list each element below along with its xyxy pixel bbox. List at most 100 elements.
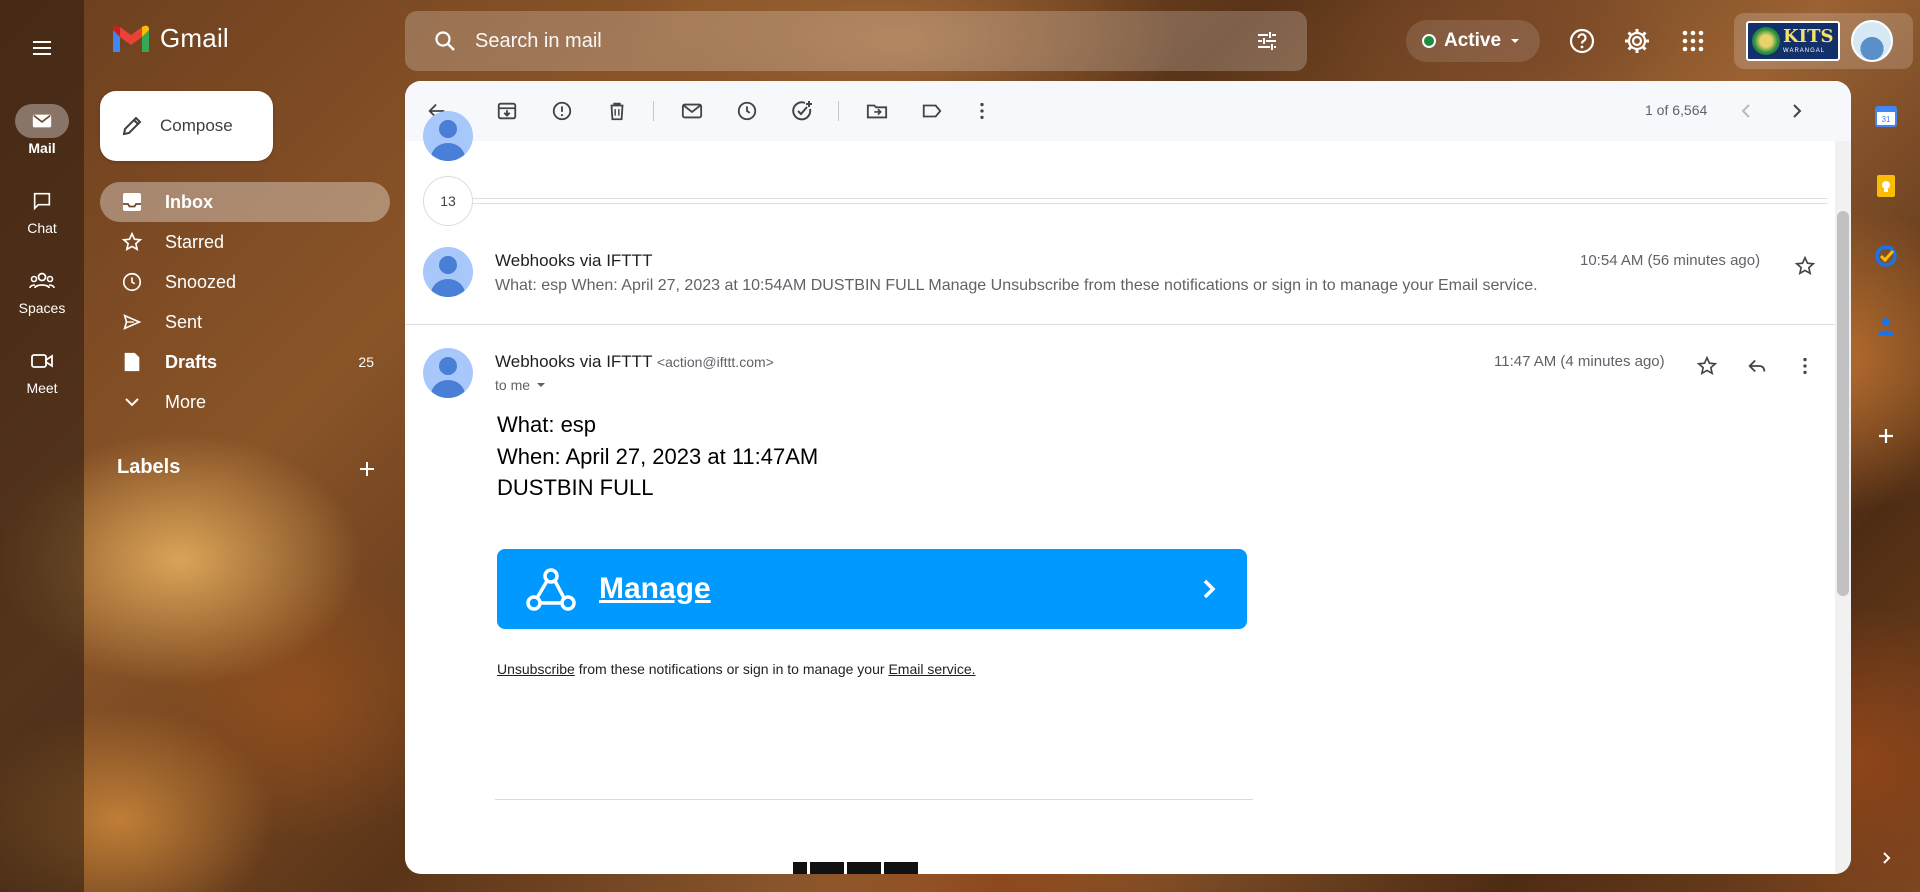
inbox-icon bbox=[123, 193, 141, 211]
collapsed-messages-button[interactable]: 13 bbox=[423, 176, 473, 226]
chevron-left-icon bbox=[1741, 104, 1750, 118]
body-line-status: DUSTBIN FULL bbox=[497, 475, 654, 500]
archive-button[interactable] bbox=[487, 91, 527, 131]
body-line-when: When: April 27, 2023 at 11:47AM bbox=[497, 444, 819, 469]
calendar-app-button[interactable]: 31 bbox=[1870, 100, 1902, 132]
draft-icon bbox=[124, 352, 140, 372]
tune-icon bbox=[1258, 32, 1276, 50]
archive-icon bbox=[497, 102, 517, 120]
scrollbar-track[interactable] bbox=[1835, 141, 1851, 874]
snooze-button[interactable] bbox=[727, 91, 767, 131]
manage-button[interactable]: Manage bbox=[497, 549, 1247, 629]
user-avatar[interactable] bbox=[1851, 20, 1893, 62]
message-snippet: What: esp When: April 27, 2023 at 10:54A… bbox=[495, 277, 1538, 294]
unsubscribe-footer: Unsubscribe from these notifications or … bbox=[497, 661, 976, 677]
show-side-panel-button[interactable] bbox=[1870, 842, 1902, 874]
caret-down-icon bbox=[537, 383, 546, 387]
send-icon bbox=[123, 314, 142, 330]
star-icon bbox=[1696, 355, 1718, 375]
search-input[interactable] bbox=[475, 29, 1247, 53]
support-button[interactable] bbox=[1562, 21, 1602, 61]
labels-button[interactable] bbox=[912, 91, 952, 131]
sidebar-label-inbox: Inbox bbox=[165, 191, 213, 212]
more-vert-icon bbox=[980, 102, 984, 120]
sidebar-item-snoozed[interactable]: Snoozed bbox=[100, 262, 390, 302]
chevron-right-icon bbox=[1203, 579, 1216, 599]
search-options-button[interactable] bbox=[1247, 21, 1287, 61]
svg-text:31: 31 bbox=[1882, 115, 1891, 124]
rail-item-meet[interactable]: Meet bbox=[0, 344, 84, 396]
star-icon bbox=[1794, 255, 1816, 275]
rail-label-meet: Meet bbox=[26, 380, 58, 396]
star-button[interactable] bbox=[1689, 348, 1725, 384]
hamburger-icon bbox=[33, 41, 51, 55]
search-button[interactable] bbox=[425, 21, 465, 61]
webhook-icon bbox=[526, 568, 576, 611]
trash-icon bbox=[610, 102, 624, 121]
sidebar-item-more[interactable]: More bbox=[100, 382, 390, 422]
add-task-icon bbox=[792, 101, 812, 121]
contacts-app-button[interactable] bbox=[1870, 310, 1902, 342]
status-chip[interactable]: Active bbox=[1406, 20, 1540, 62]
open-message-email: <action@ifttt.com> bbox=[656, 354, 774, 370]
report-spam-button[interactable] bbox=[542, 91, 582, 131]
email-service-link[interactable]: Email service. bbox=[888, 661, 975, 677]
sidebar-item-inbox[interactable]: Inbox bbox=[100, 182, 390, 222]
mark-unread-button[interactable] bbox=[672, 91, 712, 131]
create-label-button[interactable] bbox=[352, 454, 382, 484]
thread-view: 13 Webhooks via IFTTT What: esp When: Ap… bbox=[405, 111, 1851, 874]
recipients-label: to me bbox=[495, 377, 531, 393]
org-emblem-icon bbox=[1752, 27, 1780, 55]
toolbar-divider bbox=[838, 101, 839, 121]
contacts-icon bbox=[1878, 318, 1894, 335]
rail-item-chat[interactable]: Chat bbox=[0, 184, 84, 236]
ifttt-logo bbox=[793, 862, 918, 874]
org-logo-subtext: WARANGAL bbox=[1783, 48, 1826, 54]
move-to-button[interactable] bbox=[857, 91, 897, 131]
tasks-app-button[interactable] bbox=[1870, 240, 1902, 272]
collapsed-messages-line bbox=[423, 198, 1828, 204]
main-menu-button[interactable] bbox=[22, 28, 62, 68]
mail-icon bbox=[32, 114, 52, 128]
chevron-right-icon bbox=[1883, 852, 1891, 864]
reply-icon bbox=[1748, 359, 1766, 373]
rail-item-mail[interactable]: Mail bbox=[0, 104, 84, 156]
google-apps-button[interactable] bbox=[1673, 21, 1713, 61]
chat-icon bbox=[33, 192, 51, 211]
unsubscribe-link[interactable]: Unsubscribe bbox=[497, 661, 575, 677]
apps-grid-icon bbox=[1682, 30, 1704, 52]
message-more-button[interactable] bbox=[1787, 348, 1823, 384]
clock-icon bbox=[122, 272, 142, 292]
sidebar-item-drafts[interactable]: Drafts 25 bbox=[100, 342, 390, 382]
account-switcher[interactable]: KITS WARANGAL bbox=[1734, 13, 1913, 69]
body-line-what: What: esp bbox=[497, 412, 597, 437]
keep-app-button[interactable] bbox=[1870, 170, 1902, 202]
sidebar-item-sent[interactable]: Sent bbox=[100, 302, 390, 342]
chevron-down-icon bbox=[125, 398, 139, 407]
delete-button[interactable] bbox=[597, 91, 637, 131]
more-actions-button[interactable] bbox=[962, 91, 1002, 131]
folder-move-icon bbox=[866, 104, 888, 119]
sidebar-label-snoozed: Snoozed bbox=[165, 271, 237, 292]
star-button[interactable] bbox=[1787, 248, 1823, 284]
reply-button[interactable] bbox=[1739, 348, 1775, 384]
rail-item-spaces[interactable]: Spaces bbox=[0, 264, 84, 316]
gmail-m-icon bbox=[113, 25, 149, 52]
recipients-dropdown[interactable]: to me bbox=[495, 377, 546, 393]
scrollbar-thumb[interactable] bbox=[1837, 211, 1849, 596]
gmail-logo[interactable]: Gmail bbox=[110, 22, 229, 54]
settings-button[interactable] bbox=[1617, 21, 1657, 61]
sidebar-item-starred[interactable]: Starred bbox=[100, 222, 390, 262]
sidebar-label-drafts: Drafts bbox=[165, 351, 218, 372]
get-addons-button[interactable] bbox=[1870, 420, 1902, 452]
sender-avatar-partial bbox=[423, 111, 473, 161]
add-to-tasks-button[interactable] bbox=[782, 91, 822, 131]
older-button[interactable] bbox=[1776, 91, 1816, 131]
keep-icon bbox=[1877, 175, 1895, 197]
compose-button[interactable]: Compose bbox=[100, 91, 273, 161]
footer-divider bbox=[495, 799, 1253, 800]
newer-button[interactable] bbox=[1727, 91, 1767, 131]
rail-label-chat: Chat bbox=[27, 220, 57, 236]
sidebar-label-more: More bbox=[165, 391, 207, 412]
search-bar[interactable] bbox=[405, 11, 1307, 71]
